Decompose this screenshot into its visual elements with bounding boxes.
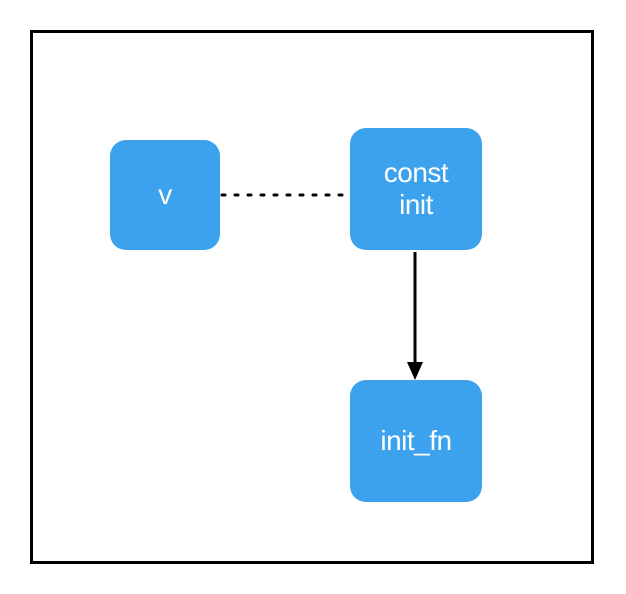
node-init-fn-label: init_fn xyxy=(380,425,451,457)
node-init-fn: init_fn xyxy=(350,380,482,502)
node-v-label: v xyxy=(158,179,172,211)
node-const-init-line1: const xyxy=(384,157,448,189)
diagram-connectors xyxy=(33,33,597,567)
arrowhead-icon xyxy=(407,362,423,380)
node-const-init-line2: init xyxy=(399,189,433,221)
node-v: v xyxy=(110,140,220,250)
diagram-frame: v const init init_fn xyxy=(30,30,594,564)
node-const-init: const init xyxy=(350,128,482,250)
